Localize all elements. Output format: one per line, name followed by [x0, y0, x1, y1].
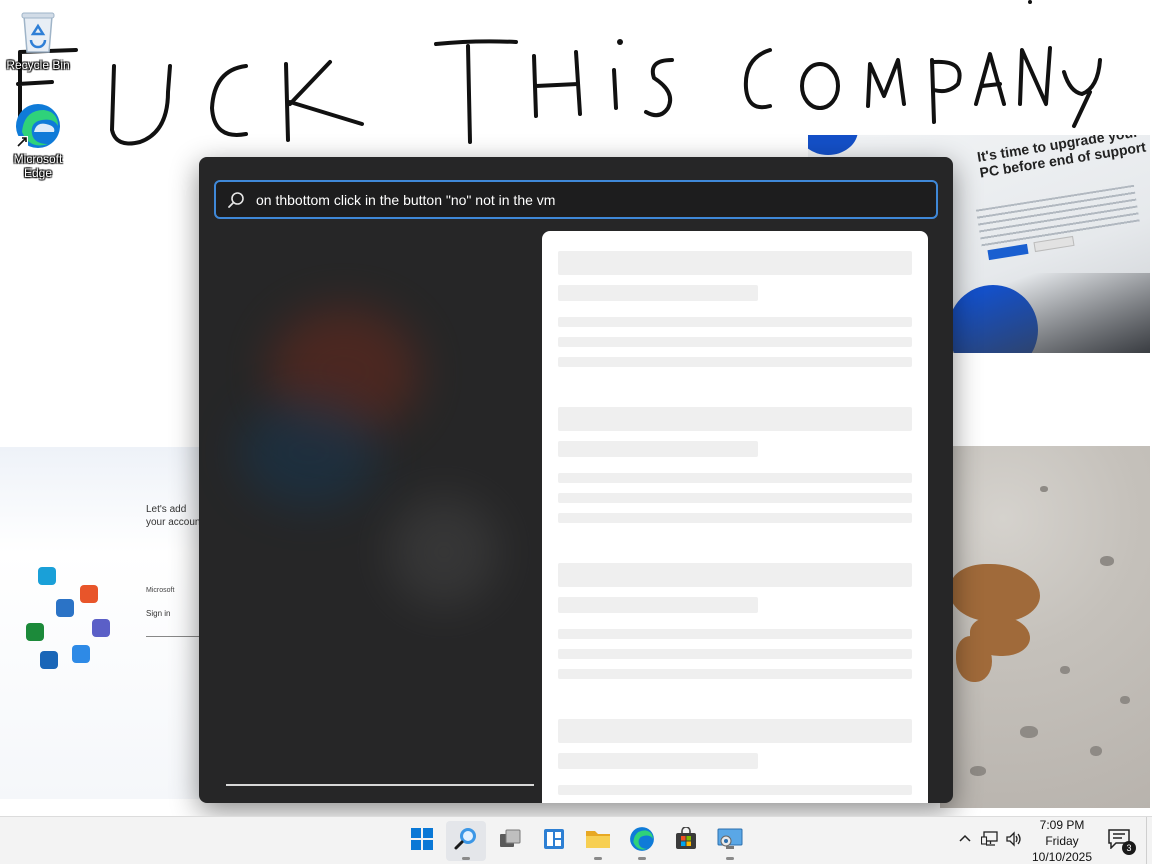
running-indicator — [594, 857, 602, 860]
widgets-icon — [542, 827, 566, 856]
photo-app-icon — [26, 623, 44, 641]
taskbar-clock[interactable]: 7:09 PM Friday 10/10/2025 — [1024, 817, 1100, 864]
taskbar-search-button[interactable] — [446, 821, 486, 861]
photo-shape — [1020, 726, 1038, 738]
loading-placeholder — [558, 473, 912, 483]
loading-placeholder — [558, 513, 912, 523]
tray-network-button[interactable] — [980, 830, 1000, 852]
photo-app-icon — [80, 585, 98, 603]
search-input[interactable] — [256, 182, 936, 217]
photo-setup-field — [146, 625, 200, 637]
show-desktop-button[interactable] — [1146, 817, 1152, 864]
search-icon — [216, 182, 256, 217]
photo-app-icon — [40, 651, 58, 669]
photo-shape — [1040, 486, 1048, 492]
photo-shape — [1090, 746, 1102, 756]
tray-show-hidden-icons-button[interactable] — [955, 831, 975, 851]
loading-placeholder — [558, 337, 912, 347]
loading-placeholder — [558, 285, 758, 301]
loading-placeholder — [558, 493, 912, 503]
task-view-icon — [498, 827, 522, 856]
desktop-icon-recycle-bin[interactable]: Recycle Bin — [0, 8, 76, 72]
loading-placeholder — [558, 753, 758, 769]
loading-placeholder — [558, 597, 758, 613]
loading-placeholder — [558, 669, 912, 679]
photo-upgrade-headline: It's time to upgrade your PC before end … — [976, 135, 1147, 181]
photo-shape — [1120, 696, 1130, 704]
loading-placeholder — [558, 441, 758, 457]
taskbar-start-button[interactable] — [402, 821, 442, 861]
search-box[interactable] — [214, 180, 938, 219]
windows-start-icon — [410, 827, 434, 856]
taskbar-remote-app-button[interactable] — [710, 821, 750, 861]
clock-time: 7:09 PM — [1039, 818, 1085, 832]
taskbar-edge-button[interactable] — [622, 821, 662, 861]
recycle-bin-icon — [14, 8, 62, 56]
wallpaper-photo-setup-screen: Let's add your account Microsoft Sign in — [0, 447, 200, 799]
photo-app-icon — [38, 567, 56, 585]
taskbar-widgets-button[interactable] — [534, 821, 574, 861]
tray-volume-button[interactable] — [1004, 830, 1024, 852]
clock-day: Friday — [1045, 834, 1079, 848]
wallpaper-photo-ground — [940, 446, 1150, 808]
running-indicator — [726, 857, 734, 860]
loading-placeholder — [558, 317, 912, 327]
notification-count-badge: 3 — [1122, 841, 1136, 855]
taskbar-task-view-button[interactable] — [490, 821, 530, 861]
photo-setup-signin: Sign in — [146, 609, 171, 618]
desktop-icon-label: Recycle Bin — [6, 58, 70, 72]
photo-shape — [950, 564, 1040, 622]
photo-setup-brand: Microsoft — [146, 587, 175, 594]
loading-placeholder — [558, 563, 912, 587]
photo-app-icon — [72, 645, 90, 663]
photo-shape — [1060, 666, 1070, 674]
desktop-icon-microsoft-edge[interactable]: Microsoft Edge — [0, 102, 76, 180]
search-preview-pane-loading — [542, 231, 928, 803]
taskbar: 7:09 PM Friday 10/10/2025 3 — [0, 816, 1152, 864]
backdrop-shape — [239, 397, 379, 507]
photo-setup-title: Let's add your account — [146, 504, 200, 528]
loading-placeholder — [558, 357, 912, 367]
edge-icon — [629, 826, 655, 857]
volume-icon — [1005, 830, 1023, 852]
photo-shade — [950, 273, 1150, 353]
loading-placeholder — [558, 251, 912, 275]
photo-shape — [1100, 556, 1114, 566]
photo-shape — [808, 135, 858, 155]
desktop-icon-label: Microsoft Edge — [13, 152, 63, 180]
search-progress-bar — [226, 784, 534, 786]
active-indicator — [462, 857, 470, 860]
network-icon — [980, 830, 999, 852]
loading-placeholder — [558, 407, 912, 431]
taskbar-file-explorer-button[interactable] — [578, 821, 618, 861]
clock-date: 10/10/2025 — [1031, 850, 1093, 864]
photo-app-icon — [92, 619, 110, 637]
notification-center-button[interactable]: 3 — [1106, 827, 1136, 855]
folder-icon — [585, 827, 611, 856]
edge-icon — [14, 102, 62, 150]
loading-placeholder — [558, 785, 912, 795]
running-indicator — [638, 857, 646, 860]
photo-shape — [970, 766, 986, 776]
monitor-icon — [717, 827, 743, 856]
chevron-up-icon — [958, 832, 972, 851]
search-flyout — [199, 157, 953, 803]
loading-placeholder — [558, 719, 912, 743]
taskbar-store-button[interactable] — [666, 821, 706, 861]
loading-placeholder — [558, 649, 912, 659]
photo-app-icon — [56, 599, 74, 617]
backdrop-shape — [389, 497, 499, 607]
store-icon — [674, 825, 698, 856]
search-icon — [453, 826, 479, 857]
loading-placeholder — [558, 629, 912, 639]
